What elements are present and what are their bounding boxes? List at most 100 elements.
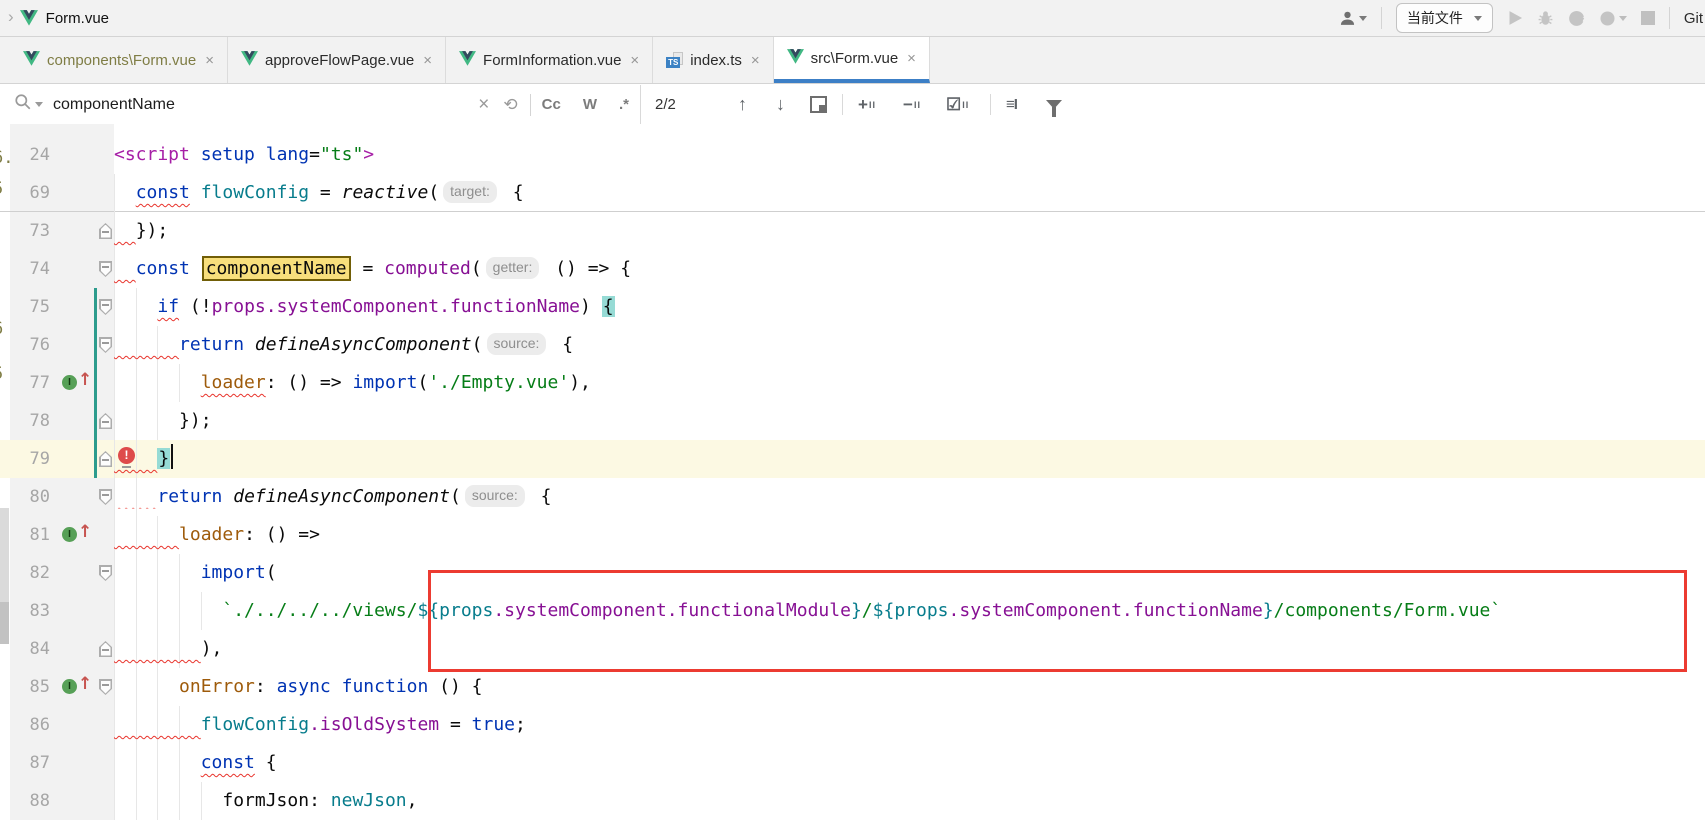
change-marker bbox=[94, 364, 97, 402]
line-number[interactable]: 87 bbox=[10, 744, 50, 782]
line-number[interactable]: 81 bbox=[10, 516, 50, 554]
implementation-gutter-icon[interactable]: I↑ bbox=[62, 374, 92, 392]
profiler-button[interactable] bbox=[1599, 10, 1627, 27]
code-line-86[interactable]: 86 flowConfig.isOldSystem = true; bbox=[0, 706, 1705, 744]
code-text: const flowConfig = reactive(target: { bbox=[114, 174, 524, 212]
clipped-edge-text: 5 bbox=[0, 179, 3, 199]
run-configuration-selector[interactable]: 当前文件 bbox=[1396, 3, 1493, 33]
run-with-coverage-button[interactable] bbox=[1568, 10, 1585, 27]
tab-FormInformation.vue[interactable]: FormInformation.vue× bbox=[446, 37, 653, 83]
code-line-82[interactable]: 82 import( bbox=[0, 554, 1705, 592]
line-number[interactable]: 78 bbox=[10, 402, 50, 440]
code-text: flowConfig.isOldSystem = true; bbox=[114, 706, 526, 744]
fold-marker-icon[interactable] bbox=[99, 337, 112, 353]
line-number[interactable]: 75 bbox=[10, 288, 50, 326]
add-occurrence-button[interactable]: +II bbox=[858, 85, 876, 124]
code-line-73[interactable]: 73 }); bbox=[0, 212, 1705, 250]
code-line-84[interactable]: 84 ), bbox=[0, 630, 1705, 668]
profiler-caret-icon bbox=[1619, 16, 1627, 21]
code-line-76[interactable]: 76 return defineAsyncComponent(source: { bbox=[0, 326, 1705, 364]
line-number[interactable]: 85 bbox=[10, 668, 50, 706]
implementation-gutter-icon[interactable]: I↑ bbox=[62, 526, 92, 544]
tab-close-icon[interactable]: × bbox=[205, 53, 214, 68]
line-number[interactable]: 83 bbox=[10, 592, 50, 630]
tab-close-icon[interactable]: × bbox=[907, 51, 916, 66]
fold-marker-icon[interactable] bbox=[99, 489, 112, 505]
fold-marker-icon[interactable] bbox=[99, 223, 112, 239]
tab-label: approveFlowPage.vue bbox=[265, 52, 414, 69]
tab-approveFlowPage.vue[interactable]: approveFlowPage.vue × bbox=[228, 37, 446, 83]
debug-button[interactable] bbox=[1537, 10, 1554, 27]
code-line-88[interactable]: 88 formJson: newJson, bbox=[0, 782, 1705, 820]
code-text: loader: () => bbox=[114, 516, 320, 554]
line-number[interactable]: 69 bbox=[10, 174, 50, 212]
line-number[interactable]: 76 bbox=[10, 326, 50, 364]
search-results-lines-icon[interactable]: ≡I bbox=[1006, 85, 1017, 124]
fold-marker-icon[interactable] bbox=[99, 641, 112, 657]
line-number[interactable]: 84 bbox=[10, 630, 50, 668]
line-number[interactable]: 77 bbox=[10, 364, 50, 402]
code-line-78[interactable]: 78 }); bbox=[0, 402, 1705, 440]
implementation-gutter-icon[interactable]: I↑ bbox=[62, 678, 92, 696]
tab-index.ts[interactable]: TSindex.ts× bbox=[653, 37, 773, 83]
tab-src-Form.vue[interactable]: src\Form.vue× bbox=[774, 37, 930, 83]
fold-marker-icon[interactable] bbox=[99, 299, 112, 315]
fold-marker-icon[interactable] bbox=[99, 679, 112, 695]
code-line-79[interactable]: 79! } bbox=[0, 440, 1705, 478]
code-line-83[interactable]: 83 `./../../../views/${props.systemCompo… bbox=[0, 592, 1705, 630]
vue-file-icon bbox=[20, 10, 38, 26]
code-line-81[interactable]: 81 I↑ loader: () => bbox=[0, 516, 1705, 554]
search-history-icon[interactable]: ⟲ bbox=[503, 95, 517, 115]
open-in-find-window-icon[interactable] bbox=[810, 85, 827, 124]
previous-occurrence-button[interactable]: ↑ bbox=[738, 85, 747, 124]
tab-close-icon[interactable]: × bbox=[630, 53, 639, 68]
code-line-74[interactable]: 74 const componentName = computed(getter… bbox=[0, 250, 1705, 288]
tab-close-icon[interactable]: × bbox=[751, 53, 760, 68]
git-menu[interactable]: Git bbox=[1684, 10, 1703, 27]
line-number[interactable]: 74 bbox=[10, 250, 50, 288]
search-mode-caret-icon[interactable] bbox=[35, 102, 43, 107]
code-line-87[interactable]: 87 const { bbox=[0, 744, 1705, 782]
tab-bar: components\Form.vue× approveFlowPage.vue ×… bbox=[0, 37, 1705, 84]
fold-marker-icon[interactable] bbox=[99, 565, 112, 581]
search-query-text[interactable]: componentName bbox=[53, 96, 478, 114]
line-number[interactable]: 73 bbox=[10, 212, 50, 250]
clipped-edge-bar bbox=[0, 508, 9, 602]
clipped-edge-text: 5 bbox=[0, 364, 3, 384]
match-case-toggle[interactable]: Cc bbox=[542, 96, 561, 113]
user-account-icon[interactable] bbox=[1339, 10, 1367, 27]
fold-marker-icon[interactable] bbox=[99, 451, 112, 467]
select-all-occurrences-button[interactable]: ☑II bbox=[946, 85, 969, 124]
line-number[interactable]: 82 bbox=[10, 554, 50, 592]
remove-occurrence-button[interactable]: −II bbox=[903, 85, 921, 124]
line-number[interactable]: 80 bbox=[10, 478, 50, 516]
code-line-69[interactable]: 69 const flowConfig = reactive(target: { bbox=[0, 174, 1705, 212]
tab-close-icon[interactable]: × bbox=[423, 53, 432, 68]
code-line-24[interactable]: 24<script setup lang="ts"> bbox=[0, 136, 1705, 174]
filter-search-results-icon[interactable] bbox=[1046, 85, 1062, 124]
regex-toggle[interactable]: .* bbox=[619, 96, 629, 113]
code-line-75[interactable]: 75 if (!props.systemComponent.functionNa… bbox=[0, 288, 1705, 326]
code-line-85[interactable]: 85I↑ onError: async function () { bbox=[0, 668, 1705, 706]
fold-marker-icon[interactable] bbox=[99, 413, 112, 429]
next-occurrence-button[interactable]: ↓ bbox=[776, 85, 785, 124]
stop-button[interactable] bbox=[1641, 11, 1655, 25]
code-text: } bbox=[114, 440, 173, 478]
code-line-80[interactable]: 80 return defineAsyncComponent(source: { bbox=[0, 478, 1705, 516]
breadcrumb-chevron-icon[interactable]: › bbox=[8, 7, 14, 27]
whole-words-toggle[interactable]: W bbox=[583, 96, 597, 113]
code-editor[interactable]: 24<script setup lang="ts">69 const flowC… bbox=[0, 124, 1705, 820]
line-number[interactable]: 79 bbox=[10, 440, 50, 478]
search-icon[interactable] bbox=[14, 93, 32, 116]
clear-search-icon[interactable]: × bbox=[478, 94, 489, 116]
line-number[interactable]: 88 bbox=[10, 782, 50, 820]
run-button[interactable] bbox=[1507, 10, 1523, 26]
search-input[interactable]: componentName × ⟲ Cc W .* bbox=[0, 85, 641, 124]
change-marker bbox=[94, 326, 97, 364]
fold-marker-icon[interactable] bbox=[99, 261, 112, 277]
tab-components-Form.vue[interactable]: components\Form.vue× bbox=[10, 37, 228, 83]
code-text: return defineAsyncComponent(source: { bbox=[114, 478, 551, 516]
line-number[interactable]: 24 bbox=[10, 136, 50, 174]
code-line-77[interactable]: 77I↑ loader: () => import('./Empty.vue')… bbox=[0, 364, 1705, 402]
line-number[interactable]: 86 bbox=[10, 706, 50, 744]
